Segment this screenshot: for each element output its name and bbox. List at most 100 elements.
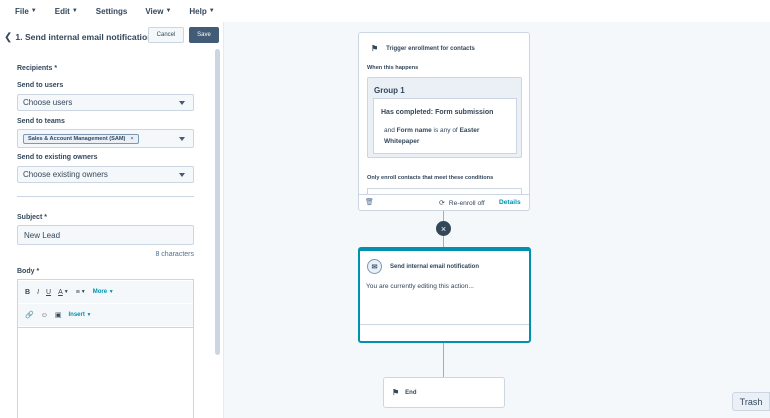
end-label: End — [405, 389, 417, 396]
filter-property: Form name — [396, 127, 432, 134]
more-button[interactable]: More ▼ — [93, 289, 114, 295]
menu-settings[interactable]: Settings — [96, 7, 128, 16]
mail-icon: ✉ — [367, 259, 382, 274]
filter-criteria[interactable]: Has completed: Form submission and Form … — [373, 98, 517, 154]
top-menu-bar: File ▼ Edit ▼ Settings View ▼ Help ▼ — [0, 0, 770, 22]
users-select[interactable]: Choose users — [17, 94, 194, 111]
reenroll-toggle[interactable]: ⟳ Re-enroll off — [439, 199, 485, 208]
editor-divider — [18, 327, 193, 328]
emoji-icon[interactable]: ☺ — [41, 312, 48, 319]
align-left-icon: ≡ — [75, 288, 80, 296]
action-edit-panel: ❮ 1. Send internal email notification Ca… — [0, 22, 224, 418]
action-description: You are currently editing this action... — [366, 283, 474, 290]
more-label: More — [92, 289, 108, 295]
owners-select-value: Choose existing owners — [23, 170, 108, 179]
italic-button[interactable]: I — [37, 289, 39, 296]
image-icon[interactable]: ▣ — [55, 311, 62, 319]
refresh-icon: ⟳ — [439, 200, 445, 207]
menu-file[interactable]: File ▼ — [15, 7, 37, 16]
cancel-button[interactable]: Cancel — [148, 27, 184, 43]
text-color-button[interactable]: A ▼ — [58, 289, 69, 296]
chevron-left-icon[interactable]: ❮ — [4, 32, 12, 43]
link-icon[interactable]: 🔗 — [25, 311, 34, 319]
trigger-title: Trigger enrollment for contacts — [386, 45, 475, 52]
caret-down-icon — [179, 101, 185, 105]
details-link[interactable]: Details — [499, 199, 521, 206]
flag-icon: ⚑ — [392, 388, 400, 397]
bold-button[interactable]: B — [25, 289, 30, 296]
body-label: Body * — [17, 268, 40, 275]
filter-operator: is any of — [433, 127, 458, 134]
editor-toolbar-row-2: 🔗 ☺ ▣ Insert ▼ — [18, 304, 193, 326]
chevron-down-icon: ▼ — [71, 8, 78, 14]
team-tag: Sales & Account Management (SAM) × — [23, 133, 139, 144]
reenroll-label: Re-enroll off — [448, 199, 485, 207]
trash-button[interactable]: Trash — [732, 392, 770, 411]
text-color-label: A — [58, 288, 63, 296]
recipients-label: Recipients * — [17, 65, 58, 72]
trash-icon[interactable]: 🗑 — [365, 198, 374, 206]
workflow-canvas[interactable]: ⚑ Trigger enrollment for contacts When t… — [225, 22, 770, 418]
chevron-down-icon: ▼ — [208, 8, 215, 14]
teams-select[interactable]: Sales & Account Management (SAM) × — [17, 129, 194, 148]
group-title: Group 1 — [374, 86, 405, 95]
menu-help-label: Help — [189, 6, 207, 16]
caret-down-icon: ▼ — [86, 312, 92, 318]
chevron-down-icon: ▼ — [165, 8, 172, 14]
editor-toolbar-row-1: B I U A ▼ ≡ ▼ More ▼ — [18, 281, 193, 303]
action-card-selected[interactable]: ✉ Send internal email notification You a… — [358, 247, 531, 343]
filter-event: Has completed: Form submission — [381, 109, 494, 116]
menu-edit-label: Edit — [54, 6, 70, 16]
owners-select[interactable]: Choose existing owners — [17, 166, 194, 183]
subject-label: Subject * — [17, 214, 47, 221]
send-to-owners-label: Send to existing owners — [17, 154, 98, 161]
save-button[interactable]: Save — [189, 27, 219, 43]
when-label: When this happens — [367, 65, 419, 71]
menu-file-label: File — [15, 6, 29, 16]
body-editor[interactable]: B I U A ▼ ≡ ▼ More ▼ 🔗 ☺ ▣ Insert ▼ — [17, 279, 194, 418]
panel-title: 1. Send internal email notification — [15, 32, 153, 42]
caret-down-icon: ▼ — [63, 289, 69, 295]
menu-edit[interactable]: Edit ▼ — [55, 7, 78, 16]
flag-icon: ⚑ — [371, 44, 379, 53]
menu-view-label: View — [145, 6, 164, 16]
filter-condition: and Form name is any of Easter Whitepape… — [384, 125, 514, 147]
users-select-value: Choose users — [23, 98, 73, 107]
connector-line — [443, 236, 444, 247]
character-count: 8 characters — [155, 251, 194, 258]
end-header: ⚑ End — [392, 388, 417, 397]
caret-down-icon — [179, 173, 185, 177]
filter-group[interactable]: Group 1 Has completed: Form submission a… — [367, 77, 522, 158]
caret-down-icon: ▼ — [80, 289, 86, 295]
close-icon[interactable]: × — [130, 136, 133, 142]
action-header: ✉ Send internal email notification — [367, 259, 479, 274]
chevron-down-icon: ▼ — [30, 8, 37, 14]
trigger-header: ⚑ Trigger enrollment for contacts — [371, 44, 475, 53]
insert-label: Insert — [68, 312, 85, 318]
menu-settings-label: Settings — [95, 6, 128, 16]
scrollbar-thumb[interactable] — [215, 49, 220, 355]
end-card: ⚑ End — [383, 377, 505, 408]
trigger-footer: 🗑 ⟳ Re-enroll off Details — [359, 194, 529, 211]
filter-and: and — [384, 127, 395, 134]
panel-scrollbar[interactable] — [214, 47, 222, 418]
align-button[interactable]: ≡ ▼ — [76, 289, 86, 296]
only-enroll-label: Only enroll contacts that meet these con… — [367, 175, 494, 181]
send-to-teams-label: Send to teams — [17, 118, 65, 125]
team-tag-label: Sales & Account Management (SAM) — [28, 135, 126, 142]
subject-input[interactable]: New Lead — [17, 225, 194, 245]
close-icon[interactable]: × — [436, 221, 451, 236]
insert-button[interactable]: Insert ▼ — [69, 312, 92, 318]
enrollment-trigger-card[interactable]: ⚑ Trigger enrollment for contacts When t… — [358, 32, 530, 211]
menu-view[interactable]: View ▼ — [145, 7, 171, 16]
connector-line — [443, 343, 444, 377]
caret-down-icon: ▼ — [108, 289, 114, 295]
action-divider — [360, 324, 529, 325]
action-title: Send internal email notification — [390, 263, 480, 270]
connector-line — [443, 211, 444, 221]
section-divider — [17, 196, 194, 197]
subject-input-value: New Lead — [24, 230, 61, 240]
underline-button[interactable]: U — [46, 289, 51, 296]
send-to-users-label: Send to users — [17, 82, 64, 89]
menu-help[interactable]: Help ▼ — [189, 7, 214, 16]
